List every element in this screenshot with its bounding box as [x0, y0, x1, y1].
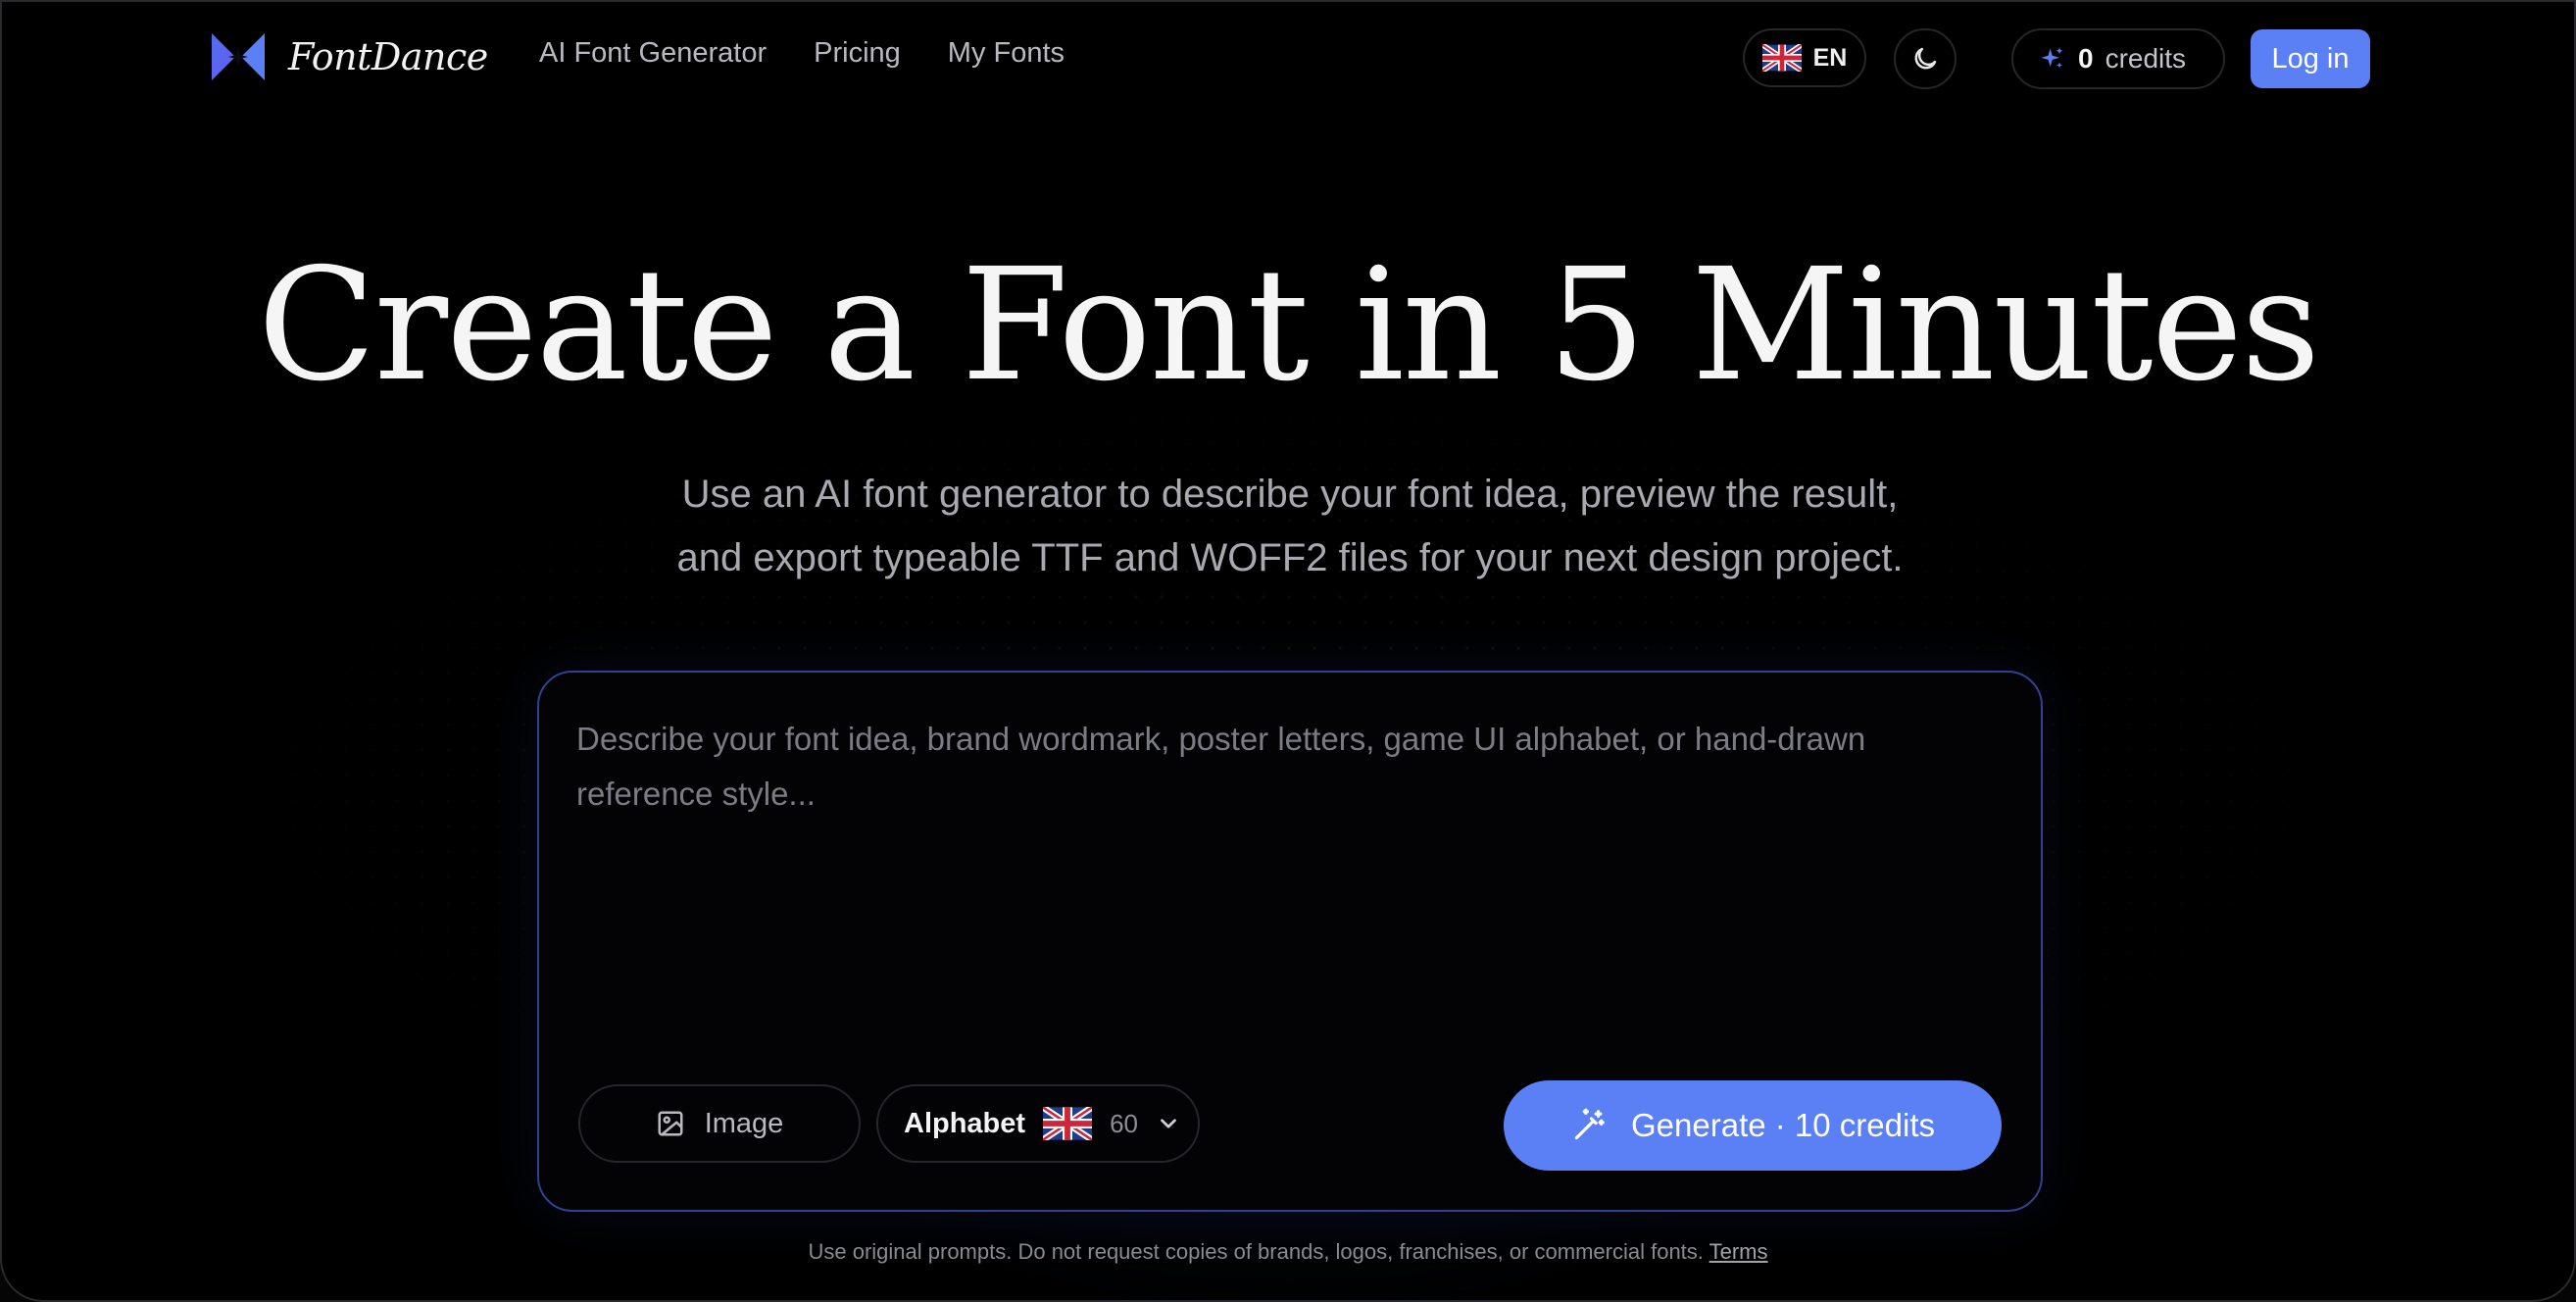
image-upload-button[interactable]: Image [578, 1084, 861, 1163]
fontdance-logo-icon [212, 33, 265, 80]
image-button-label: Image [704, 1107, 784, 1139]
hero-subtitle: Use an AI font generator to describe you… [555, 463, 2025, 590]
generate-button-label: Generate · 10 credits [1631, 1107, 1935, 1143]
magic-wand-icon [1574, 1108, 1605, 1140]
uk-flag-icon [1043, 1107, 1093, 1140]
nav-links: AI Font Generator Pricing My Fonts [539, 37, 1065, 70]
sparkles-icon [2041, 47, 2063, 69]
nav-link-pricing[interactable]: Pricing [814, 37, 901, 70]
alphabet-count: 60 [1110, 1108, 1138, 1138]
prompt-card: Image Alphabet 60 G [537, 671, 2043, 1212]
hero-subtitle-line-2: and export typeable TTF and WOFF2 files … [676, 536, 1904, 579]
language-selector[interactable]: EN [1743, 28, 1866, 87]
alphabet-label: Alphabet [904, 1107, 1026, 1139]
top-nav: FontDance AI Font Generator Pricing My F… [2, 2, 2574, 116]
credits-count: 0 [2078, 43, 2094, 74]
page-frame: FontDance AI Font Generator Pricing My F… [0, 0, 2576, 1302]
login-button[interactable]: Log in [2251, 29, 2370, 88]
hero-subtitle-line-1: Use an AI font generator to describe you… [681, 473, 1899, 516]
font-prompt-input[interactable] [576, 712, 1988, 986]
theme-toggle[interactable] [1894, 28, 1957, 89]
brand-logo[interactable]: FontDance [210, 29, 488, 84]
nav-link-ai-font-generator[interactable]: AI Font Generator [539, 37, 767, 70]
credits-badge[interactable]: 0 credits [2011, 28, 2225, 89]
image-icon [658, 1111, 683, 1136]
usage-note: Use original prompts. Do not request cop… [2, 1239, 2574, 1265]
nav-link-my-fonts[interactable]: My Fonts [948, 37, 1065, 70]
chevron-down-icon [1161, 1119, 1176, 1128]
brand-name: FontDance [288, 35, 488, 78]
language-code: EN [1812, 43, 1848, 72]
moon-icon [1914, 47, 1937, 70]
alphabet-select[interactable]: Alphabet 60 [876, 1084, 1200, 1163]
credits-label: credits [2105, 43, 2187, 74]
terms-link[interactable]: Terms [1709, 1239, 1768, 1264]
generate-button[interactable]: Generate · 10 credits [1504, 1080, 2002, 1171]
usage-note-text: Use original prompts. Do not request cop… [808, 1239, 1704, 1264]
uk-flag-icon [1761, 44, 1802, 72]
page-title: Create a Font in 5 Minutes [257, 235, 2321, 416]
